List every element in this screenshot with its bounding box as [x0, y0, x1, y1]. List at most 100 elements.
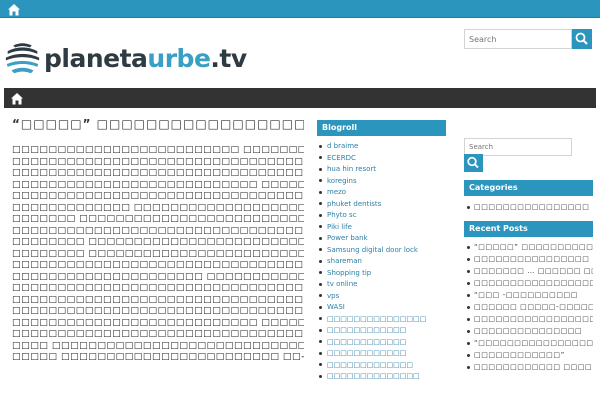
post-body-line: □□□□□□□□□□□□□□□□□□□□□□□□□□□ □□□□□□□□□□□□	[12, 317, 304, 328]
post-title[interactable]: “□□□□□” □□□□□□□□□□□□□□□□□□□□□□□	[12, 117, 304, 131]
globe-logo-icon	[5, 41, 40, 75]
blogroll-link[interactable]: □□□□□□□□□□□□	[319, 337, 446, 349]
blogroll-link-label: phuket dentists	[327, 199, 382, 208]
blogroll-widget: Blogroll d braime ECERDC hua hin resort kor…	[317, 120, 446, 383]
blogroll-link[interactable]: □□□□□□□□□□□□□	[319, 360, 446, 372]
recent-post-link[interactable]: “□□□□□” □□□□□□□□□□□□□□□□	[464, 242, 593, 253]
bullet-icon	[319, 167, 322, 171]
blogroll-link[interactable]: tv online	[319, 279, 446, 291]
post-body-line: □□□□□ □□□□□□□□□□□□□□□□□□□□□□□□ □□-□□□□□-…	[12, 352, 304, 362]
blogroll-link-label: □□□□□□□□□□□□	[327, 337, 407, 346]
categories-list: □□□□□□□□□□□□□□□□	[464, 201, 593, 213]
post-body-line: □□□□□□□□□□□□□□□□□□□□□□□□□□□□□□□□□□□□□□□□	[12, 306, 304, 316]
header-search-input[interactable]	[464, 29, 572, 49]
blogroll-link-label: Piki life	[327, 222, 352, 231]
blogroll-link-label: Power bank	[327, 234, 368, 242]
blogroll-link-label: □□□□□□□□□□□□	[327, 326, 407, 334]
sidebar-search	[464, 134, 572, 156]
recent-post-link[interactable]: □□□□□□□□□□□□□□□□□”	[464, 314, 593, 325]
recent-post-link[interactable]: □□□□□□□□□□□□”	[464, 350, 593, 361]
site-logo[interactable]: planetaurbe.tv	[4, 38, 247, 78]
recent-post-link[interactable]: □□□□□□□ … □□□□□□ □□□	[464, 266, 593, 277]
blogroll-link-label: Shopping tip	[327, 268, 372, 277]
nav-home-icon[interactable]	[10, 91, 24, 105]
blogroll-link[interactable]: Piki life	[319, 222, 446, 234]
blogroll-link-label: □□□□□□□□□□□□□□	[327, 372, 420, 380]
post-body-line: □□□□□□□□□□□□□□□□□□□□□□□□□□□□□□□□□□□□□□□□	[12, 329, 304, 339]
recent-post-link-label: □□□□□□□ … □□□□□□ □□□	[474, 267, 593, 275]
blogroll-link[interactable]: hua hin resort	[319, 164, 446, 176]
bullet-icon	[467, 318, 470, 321]
recent-post-link[interactable]: □□□□□□□□□□□□□□□□	[464, 254, 593, 265]
bullet-icon	[319, 259, 322, 263]
recent-post-link-label: □□□□□□ □□□□□-□□□□□□□□□	[474, 303, 593, 311]
post-body-line: □□□□□□□□□□□□□□□□□□□□□□□□□□□□□□□□□□□□□□□□	[12, 283, 304, 293]
blogroll-heading: Blogroll	[317, 120, 446, 136]
main-navigation	[4, 88, 596, 108]
blogroll-link-label: hua hin resort	[327, 165, 377, 173]
blogroll-link[interactable]: Power bank	[319, 233, 446, 245]
blogroll-list: d braime ECERDC hua hin resort koregins mezo…	[317, 141, 446, 383]
right-sidebar: Categories □□□□□□□□□□□□□□□□ Recent Posts…	[464, 134, 593, 374]
recent-post-link[interactable]: □□□□□□□□□□□□□□□□□□□	[464, 278, 593, 289]
blogroll-link[interactable]: □□□□□□□□□□□□	[319, 325, 446, 337]
bullet-icon	[319, 179, 322, 182]
blogroll-link-label: tv online	[327, 280, 358, 288]
blogroll-link[interactable]: phuket dentists	[319, 199, 446, 211]
home-icon[interactable]	[7, 2, 21, 16]
bullet-icon	[319, 213, 322, 217]
bullet-icon	[467, 354, 470, 357]
blogroll-link-label: Samsung digital door lock	[327, 245, 418, 254]
bullet-icon	[319, 225, 322, 228]
blogroll-link[interactable]: □□□□□□□□□□□□□□□	[319, 314, 446, 326]
blogroll-link[interactable]: shareman	[319, 256, 446, 268]
category-link-label: □□□□□□□□□□□□□□□□	[474, 203, 590, 211]
blogroll-link-label: shareman	[327, 257, 362, 265]
recent-post-link[interactable]: □□□□□□ □□□□□-□□□□□□□□□	[464, 302, 593, 313]
post-body-line: □□□□ □□□□□□□□□□□□□□□□□□□□□□□□□□□□□□□□□□□	[12, 340, 304, 351]
recent-post-link[interactable]: □□□□□□□□□□□□□□□	[464, 326, 593, 337]
recent-post-link-label: □□□□□□□□□□□□□□□□□□□	[474, 279, 593, 287]
blogroll-link[interactable]: □□□□□□□□□□□□□□	[319, 371, 446, 383]
post-body-line: □□□□□□□□□□□□□□□□□□□□□ □□□□□□□□□□□□□□□□□□	[12, 271, 304, 282]
bullet-icon	[467, 258, 470, 261]
bullet-icon	[319, 305, 322, 309]
bullet-icon	[467, 206, 470, 209]
blogroll-link[interactable]: vps	[319, 291, 446, 303]
post-body-line: □□□□□□□□□□□□□□□□□□□□□□□□□ □□□□□□□□□□□□□□…	[12, 145, 304, 155]
recent-post-link-label: □□□□□□□□□□□□□□□□□”	[474, 315, 593, 323]
blogroll-link-label: □□□□□□□□□□□□	[327, 349, 407, 357]
bullet-icon	[467, 246, 470, 249]
blogroll-link[interactable]: ECERDC	[319, 153, 446, 165]
bullet-icon	[319, 317, 322, 320]
recent-post-link[interactable]: “□□□ -□□□□□□□□□□	[464, 290, 593, 301]
blogroll-link[interactable]: Phyto sc	[319, 210, 446, 222]
blogroll-link[interactable]: Samsung digital door lock	[319, 245, 446, 257]
post-body-line: □□□□□□□□□□□□□□□□□□□□□□□□□□□□□□□□□□□□□□□□	[12, 168, 304, 178]
categories-heading: Categories	[464, 180, 593, 196]
bullet-icon	[319, 156, 322, 159]
header-search-button[interactable]	[572, 29, 592, 49]
blogroll-link[interactable]: WASI	[319, 302, 446, 314]
bullet-icon	[319, 144, 322, 148]
post-body-line: □□□□□□□ □□□□□□□□□□□□□□□□□□□□□□□□□□□□□	[12, 214, 304, 224]
recent-post-link-label: □□□□□□□□□□□□□□□□	[474, 255, 590, 263]
blogroll-link[interactable]: d braime	[319, 141, 446, 153]
post-body-line: □□□□□□□□□□□□□□□□□□□□□□□□□□□□□□□□□□□□□□□□	[12, 191, 304, 201]
post-body-line: □□□□□□□□□□□□□□□□□□□□□□□□□□□□□□□□□□□□□□□□	[12, 156, 304, 167]
blogroll-link[interactable]: □□□□□□□□□□□□	[319, 348, 446, 360]
search-icon	[467, 156, 479, 169]
post-body-line: □□□□□□□□ □□□□□□□□□□□□□□□□□□□□□□□□□□□□□□□	[12, 237, 304, 247]
blogroll-link[interactable]: Shopping tip	[319, 268, 446, 280]
blogroll-link[interactable]: mezo	[319, 187, 446, 199]
recent-post-link[interactable]: “□□□□□□□□□□□□□□□□	[464, 338, 593, 349]
blogroll-link-label: mezo	[327, 188, 347, 196]
sidebar-search-button[interactable]	[464, 154, 483, 172]
blogroll-link[interactable]: koregins	[319, 176, 446, 188]
category-link[interactable]: □□□□□□□□□□□□□□□□	[464, 201, 593, 213]
logo-text-tv: .tv	[210, 43, 247, 73]
recent-post-link[interactable]: □□□□□□□□□□□□ □□□□	[464, 362, 593, 373]
bullet-icon	[467, 294, 470, 297]
bullet-icon	[467, 330, 470, 333]
bullet-icon	[467, 366, 470, 369]
